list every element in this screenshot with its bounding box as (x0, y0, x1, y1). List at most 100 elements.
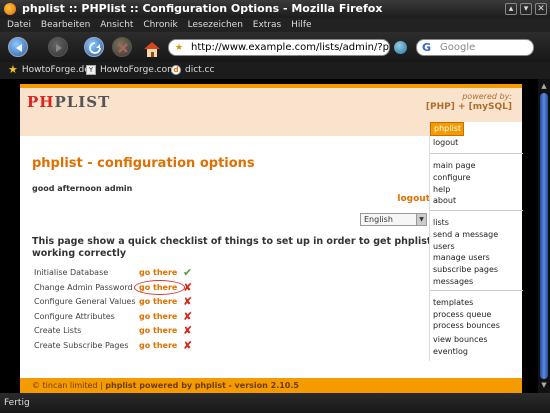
minimize-button[interactable]: ▴ (505, 3, 517, 15)
url-bar[interactable]: ★ http://www.example.com/lists/admin/?pa… (168, 39, 390, 56)
sidebar-item-subscribe-pages[interactable]: subscribe pages (433, 265, 498, 275)
menu-lesezeichen[interactable]: Lesezeichen (188, 18, 243, 32)
menu-extras[interactable]: Extras (253, 18, 281, 32)
site-info-icon: ★ (175, 43, 184, 53)
forward-button[interactable] (48, 37, 68, 57)
menu-bearbeiten[interactable]: Bearbeiten (41, 18, 90, 32)
go-there-link[interactable]: go there (139, 326, 177, 335)
language-select[interactable]: English ▼ (360, 213, 427, 226)
window-controls: ▴ ▾ ✕ (505, 3, 547, 15)
menu-chronik[interactable]: Chronik (143, 18, 177, 32)
content-viewport: PHPLIST powered by: [PHP] + [mySQL] phpl… (0, 79, 538, 393)
footer-version: - version 2.10.5 (228, 381, 299, 390)
sidebar-item-about[interactable]: about (433, 196, 456, 206)
footer-powered: phplist powered by (105, 381, 193, 390)
bookmark-howtoforge-de[interactable]: ★ HowtoForge.de (8, 64, 90, 75)
checklist-label: Configure General Values (34, 297, 136, 306)
sidebar-item-logout[interactable]: logout (433, 138, 458, 148)
checklist-label: Create Lists (34, 326, 82, 335)
menu-bar: Datei Bearbeiten Ansicht Chronik Lesezei… (0, 18, 550, 32)
status-bar: Fertig (0, 393, 550, 413)
reload-button[interactable] (84, 37, 104, 57)
menu-datei[interactable]: Datei (7, 18, 31, 32)
url-text: http://www.example.com/lists/admin/?page… (191, 42, 390, 53)
scroll-down-icon[interactable]: ▼ (540, 381, 548, 389)
favicon-icon: Y (86, 65, 96, 75)
sidebar-item-view-bounces[interactable]: view bounces (433, 335, 488, 345)
menu-ansicht[interactable]: Ansicht (100, 18, 133, 32)
logout-link[interactable]: logout (397, 194, 430, 204)
sidebar-item-users[interactable]: users (433, 242, 455, 252)
navigation-toolbar: ★ http://www.example.com/lists/admin/?pa… (0, 32, 550, 62)
dictcc-icon: d (171, 65, 181, 75)
sidebar-item-lists[interactable]: lists (433, 218, 449, 228)
phplist-logo: PHPLIST (27, 93, 110, 111)
vertical-scrollbar[interactable]: ▲ ▼ (538, 79, 550, 393)
sidebar-item-templates[interactable]: templates (433, 298, 473, 308)
cross-icon: ✘ (183, 324, 193, 337)
reload-icon (89, 42, 101, 54)
close-button[interactable]: ✕ (535, 3, 547, 15)
firefox-icon (4, 3, 16, 15)
cross-icon: ✘ (183, 280, 193, 294)
sidebar-item-manage-users[interactable]: manage users (433, 253, 490, 263)
go-there-link[interactable]: go there (139, 268, 177, 277)
stop-button[interactable] (112, 37, 132, 57)
sidebar-item-eventlog[interactable]: eventlog (433, 347, 468, 357)
logo-rest: PLIST (54, 93, 111, 111)
bookmark-dict-cc[interactable]: d dict.cc (171, 65, 214, 75)
google-icon: G (422, 41, 432, 54)
go-there-link[interactable]: go there (139, 341, 177, 350)
scroll-up-icon[interactable]: ▲ (540, 82, 548, 90)
sidebar-item-messages[interactable]: messages (433, 277, 473, 287)
page-title: phplist - configuration options (32, 156, 255, 171)
stop-icon (118, 43, 128, 53)
home-button[interactable] (140, 37, 160, 57)
sidebar-item-phplist[interactable]: phplist (430, 122, 464, 136)
menu-hilfe[interactable]: Hilfe (291, 18, 311, 32)
go-there-link[interactable]: go there (139, 312, 177, 321)
cross-icon: ✘ (183, 309, 193, 323)
greeting-text: good afternoon admin (32, 184, 133, 193)
sidebar-item-process-queue[interactable]: process queue (433, 310, 491, 320)
cross-icon: ✘ (183, 295, 193, 308)
admin-sidebar: phplist logout main page configure help … (429, 122, 523, 361)
checkmark-icon: ✔ (183, 266, 193, 279)
back-button[interactable] (8, 37, 28, 57)
page-footer: © tincan limited | phplist powered by ph… (20, 378, 522, 393)
window-title: phplist :: PHPlist :: Configuration Opti… (22, 2, 383, 15)
scrollbar-thumb[interactable] (540, 93, 548, 379)
maximize-button[interactable]: ▾ (520, 3, 532, 15)
go-there-link[interactable]: go there (139, 297, 177, 306)
bookmark-label: HowtoForge.de (21, 65, 90, 75)
powered-by: powered by: [PHP] + [mySQL] (426, 92, 512, 112)
forward-arrow-icon (56, 44, 62, 52)
sidebar-item-process-bounces[interactable]: process bounces (433, 321, 500, 331)
sidebar-item-main-page[interactable]: main page (433, 161, 476, 171)
bookmarks-toolbar: ★ HowtoForge.de Y HowtoForge.com d dict.… (0, 62, 550, 79)
go-there-link[interactable]: go there (139, 283, 177, 292)
powered-tech: [PHP] + [mySQL] (425, 102, 512, 112)
language-value: English (364, 215, 393, 224)
search-input[interactable]: G Google (416, 39, 534, 56)
checklist-label: Change Admin Password (34, 282, 133, 292)
go-button[interactable] (394, 41, 407, 54)
sidebar-divider (430, 290, 523, 291)
bookmark-howtoforge-com[interactable]: Y HowtoForge.com (86, 65, 176, 75)
sidebar-divider (430, 153, 523, 154)
checklist-label: Configure Attributes (34, 311, 115, 321)
bookmark-label: dict.cc (185, 65, 215, 75)
checklist-label: Create Subscribe Pages (34, 340, 129, 350)
powered-label: powered by: (462, 92, 512, 101)
sidebar-item-send-message[interactable]: send a message (433, 230, 498, 240)
phplist-page: PHPLIST powered by: [PHP] + [mySQL] phpl… (20, 84, 523, 393)
checklist-label: Initialise Database (34, 268, 109, 277)
dropdown-arrow-icon: ▼ (416, 214, 426, 225)
bookmark-label: HowtoForge.com (100, 65, 176, 75)
back-arrow-icon (16, 44, 22, 52)
sidebar-item-help[interactable]: help (433, 185, 450, 195)
sidebar-item-configure[interactable]: configure (433, 173, 471, 183)
footer-brand-link[interactable]: phplist (195, 381, 226, 390)
status-text: Fertig (4, 398, 30, 408)
search-placeholder: Google (440, 42, 476, 53)
